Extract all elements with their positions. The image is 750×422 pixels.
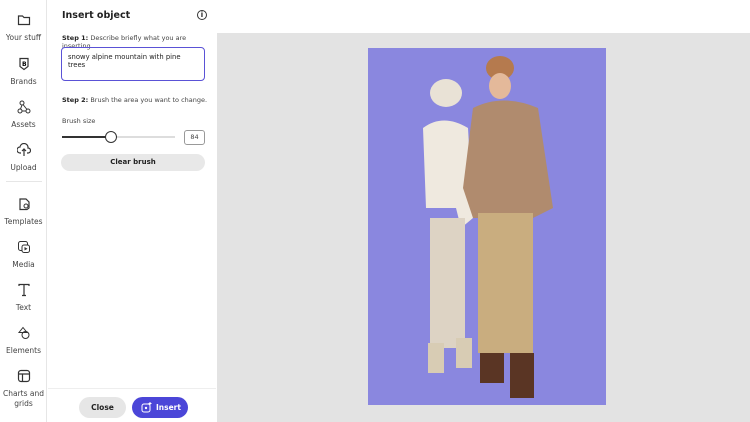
rail-item-assets[interactable]: Assets (0, 100, 47, 130)
elements-icon (17, 326, 29, 339)
rail-item-elements[interactable]: Elements (0, 326, 47, 356)
text-icon (17, 283, 30, 297)
rail-item-templates[interactable]: Templates (0, 197, 47, 227)
left-rail: Your stuff B Brands Assets Upload Templat… (0, 0, 47, 422)
photo-figures (423, 56, 553, 398)
charts-grids-icon (17, 369, 30, 383)
folder-icon (17, 15, 30, 26)
clear-brush-button[interactable]: Clear brush (61, 154, 205, 171)
upload-icon (16, 143, 31, 156)
insert-button[interactable]: Insert (132, 397, 188, 418)
slider-thumb[interactable] (104, 131, 117, 143)
rail-item-your-stuff[interactable]: Your stuff (0, 13, 47, 43)
panel-title: Insert object (62, 10, 131, 21)
panel-footer-divider (48, 388, 216, 389)
assets-icon (17, 100, 30, 114)
rail-item-media[interactable]: Media (0, 240, 47, 270)
insert-sparkle-icon (141, 402, 152, 413)
step-2-instruction: Step 2: Brush the area you want to chang… (62, 96, 208, 104)
rail-item-text[interactable]: Text (0, 283, 47, 313)
close-button[interactable]: Close (79, 397, 126, 418)
rail-divider (6, 181, 42, 182)
top-bar (217, 0, 750, 33)
brush-size-slider[interactable] (62, 131, 175, 143)
slider-fill (62, 136, 111, 138)
brands-icon: B (18, 57, 29, 71)
insert-object-panel: Insert object i Step 1: Describe briefly… (48, 0, 216, 422)
rail-item-charts-and-grids[interactable]: Charts and grids (0, 369, 47, 409)
svg-text:B: B (22, 61, 27, 68)
info-icon[interactable]: i (197, 10, 207, 20)
canvas-photo[interactable] (368, 48, 606, 405)
brush-size-value[interactable]: 84 (184, 130, 205, 145)
rail-item-upload[interactable]: Upload (0, 143, 47, 173)
brush-size-label: Brush size (62, 117, 96, 125)
prompt-input[interactable]: snowy alpine mountain with pine trees (61, 47, 205, 81)
templates-icon (18, 198, 30, 211)
rail-item-brands[interactable]: B Brands (0, 57, 47, 87)
media-icon (17, 241, 30, 253)
